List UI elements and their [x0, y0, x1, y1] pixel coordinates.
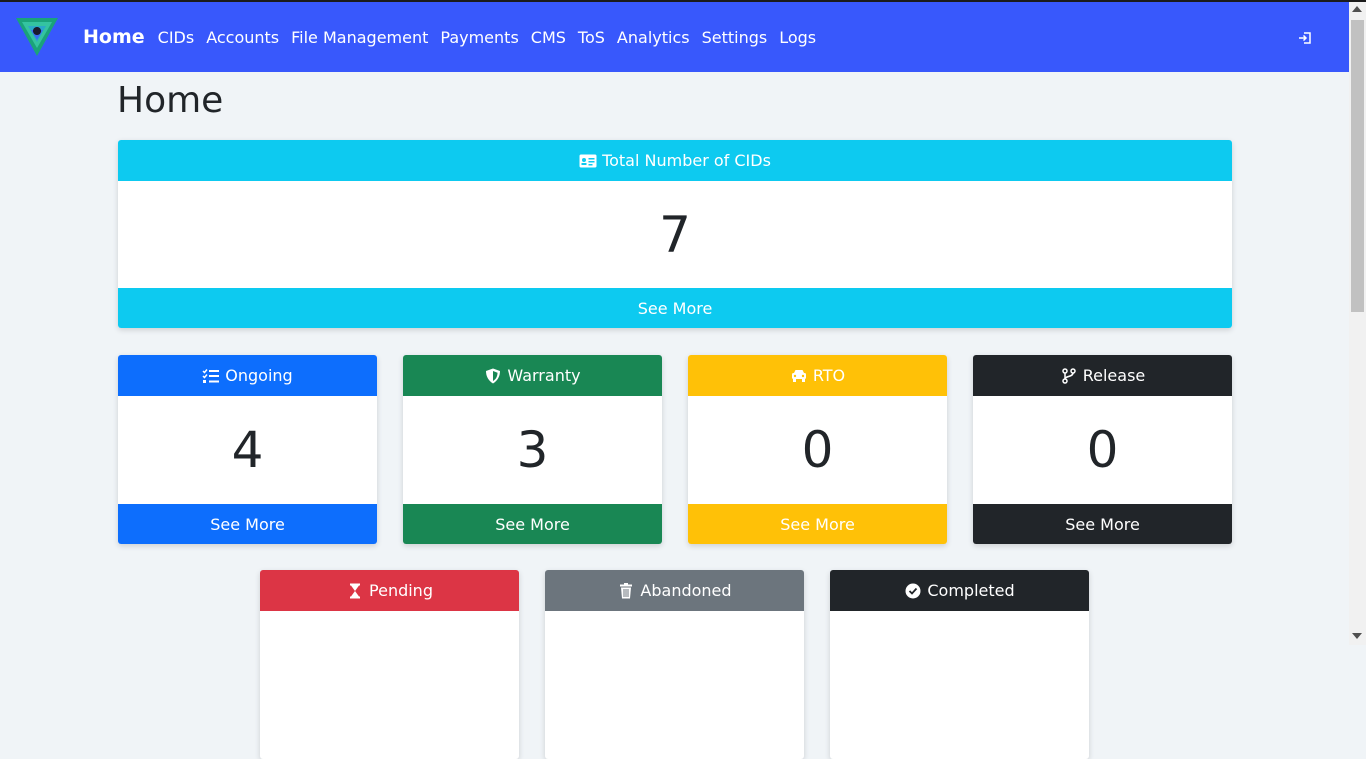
- card-value: 7: [659, 205, 691, 264]
- card-rto: RTO 0 See More: [688, 355, 947, 544]
- navbar: Home CIDs Accounts File Management Payme…: [0, 2, 1349, 72]
- card-value: 0: [801, 421, 834, 479]
- card-title: Warranty: [507, 366, 581, 385]
- see-more-button[interactable]: See More: [688, 504, 947, 544]
- card-title: Ongoing: [225, 366, 293, 385]
- card-title: Abandoned: [640, 581, 732, 600]
- nav-item-cms[interactable]: CMS: [531, 28, 566, 47]
- id-card-icon: [579, 153, 597, 169]
- nav-item-logs[interactable]: Logs: [779, 28, 816, 47]
- card-title: Release: [1082, 366, 1146, 385]
- sign-in-icon[interactable]: [1298, 30, 1312, 44]
- card-value: 0: [1086, 421, 1119, 479]
- shield-icon: [484, 368, 502, 384]
- card-warranty: Warranty 3 See More: [403, 355, 662, 544]
- card-completed: Completed: [830, 570, 1089, 759]
- card-title: Total Number of CIDs: [602, 151, 771, 170]
- card-header: Total Number of CIDs: [118, 140, 1232, 181]
- list-check-icon: [202, 368, 220, 384]
- trash-icon: [617, 582, 635, 599]
- hourglass-icon: [346, 583, 364, 599]
- card-abandoned: Abandoned: [545, 570, 804, 759]
- car-icon: [790, 368, 808, 384]
- nav-menu: Home CIDs Accounts File Management Payme…: [83, 2, 828, 72]
- see-more-button[interactable]: See More: [403, 504, 662, 544]
- scroll-up-arrow-icon[interactable]: [1352, 6, 1362, 12]
- nav-item-accounts[interactable]: Accounts: [206, 28, 279, 47]
- nav-item-settings[interactable]: Settings: [702, 28, 768, 47]
- card-value: [545, 611, 804, 719]
- nav-item-payments[interactable]: Payments: [440, 28, 518, 47]
- nav-item-home[interactable]: Home: [83, 26, 145, 48]
- card-header: Completed: [830, 570, 1089, 611]
- see-more-button[interactable]: See More: [973, 504, 1232, 544]
- card-title: RTO: [812, 366, 846, 385]
- see-more-button[interactable]: See More: [118, 288, 1232, 328]
- card-value: [260, 611, 519, 719]
- check-circle-icon: [904, 583, 922, 599]
- card-ongoing: Ongoing 4 See More: [118, 355, 377, 544]
- scroll-down-arrow-icon[interactable]: [1352, 633, 1362, 639]
- code-branch-icon: [1060, 367, 1078, 384]
- card-header: Pending: [260, 570, 519, 611]
- card-title: Completed: [927, 581, 1015, 600]
- card-header: RTO: [688, 355, 947, 396]
- card-header: Release: [973, 355, 1232, 396]
- card-header: Warranty: [403, 355, 662, 396]
- card-pending: Pending: [260, 570, 519, 759]
- card-value: 4: [231, 421, 264, 479]
- card-value: [830, 611, 1089, 719]
- card-release: Release 0 See More: [973, 355, 1232, 544]
- scrollbar-thumb[interactable]: [1351, 20, 1364, 312]
- nav-item-analytics[interactable]: Analytics: [617, 28, 690, 47]
- card-total-cids: Total Number of CIDs 7 See More: [118, 140, 1232, 328]
- nav-item-tos[interactable]: ToS: [578, 28, 605, 47]
- nav-item-cids[interactable]: CIDs: [158, 28, 195, 47]
- card-value: 3: [516, 421, 549, 479]
- nav-item-file-management[interactable]: File Management: [291, 28, 428, 47]
- card-title: Pending: [369, 581, 433, 600]
- card-header: Abandoned: [545, 570, 804, 611]
- page-title: Home: [117, 80, 224, 121]
- card-header: Ongoing: [118, 355, 377, 396]
- see-more-button[interactable]: See More: [118, 504, 377, 544]
- logo[interactable]: [14, 16, 60, 58]
